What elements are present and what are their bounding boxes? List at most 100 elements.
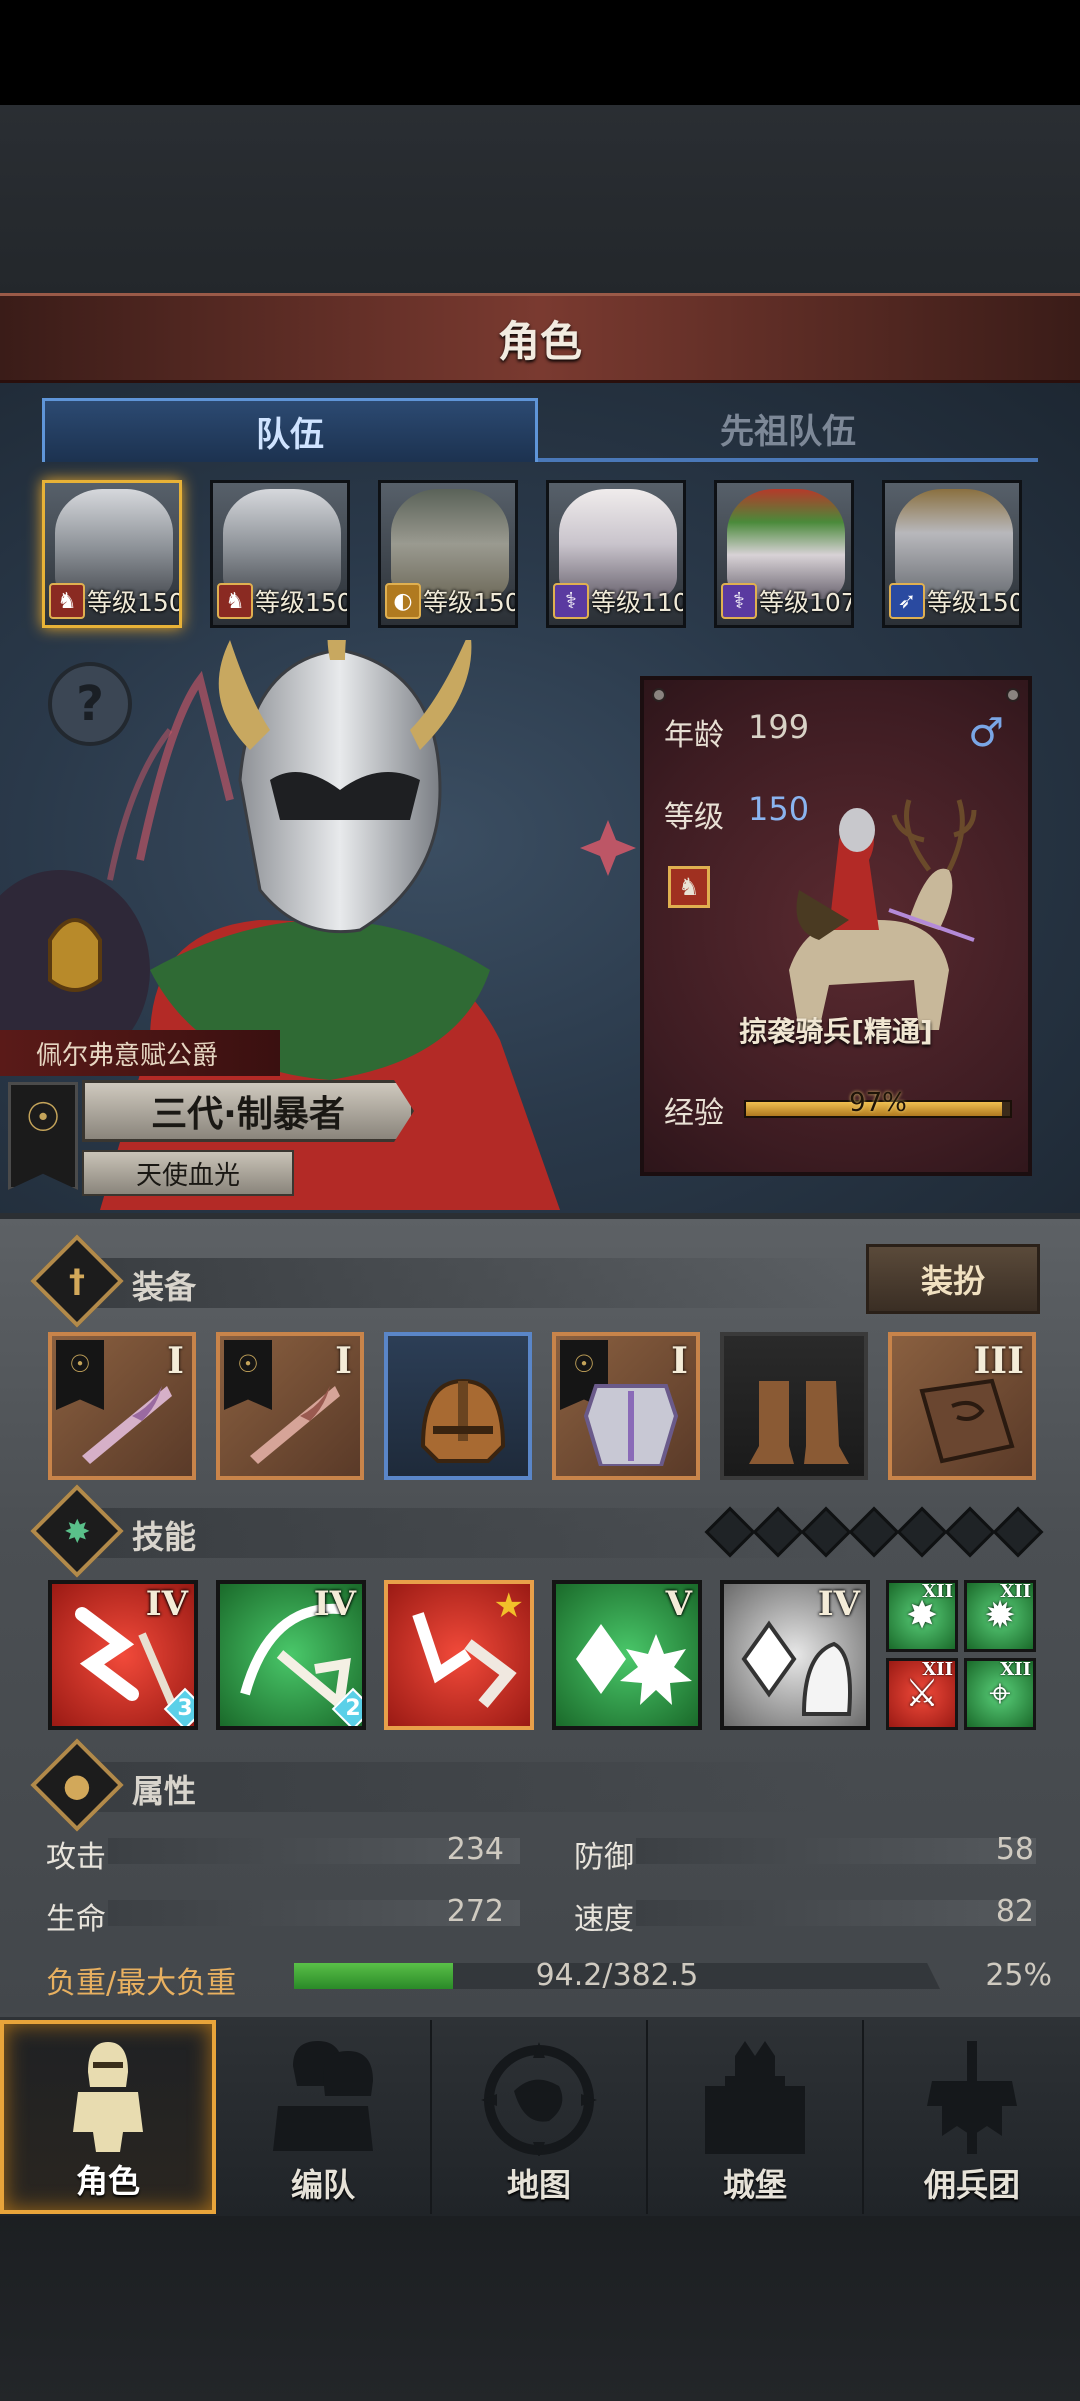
armor-icon bbox=[583, 1384, 679, 1466]
age-value: 199 bbox=[748, 708, 810, 746]
nav-mercenary-label: 佣兵团 bbox=[923, 2166, 1020, 2204]
tab-ancestor-label: 先祖队伍 bbox=[720, 411, 856, 452]
nav-castle[interactable]: 城堡 bbox=[648, 2020, 864, 2214]
cavalry-icon: ♞ bbox=[217, 583, 253, 619]
passive-skill-4[interactable]: ⌖ XII bbox=[964, 1658, 1036, 1730]
roster-slot-5[interactable]: ⚕ 等级107 bbox=[714, 480, 854, 628]
castle-icon bbox=[705, 2041, 805, 2154]
tab-ancestor-team[interactable]: 先祖队伍 bbox=[538, 398, 1038, 462]
roster-level: 等级150 bbox=[927, 588, 1022, 617]
star-icon: ★ bbox=[493, 1586, 524, 1626]
roster-level: 等级110 bbox=[591, 588, 686, 617]
status-bar bbox=[0, 0, 1080, 105]
weapon-slot-1[interactable]: ☉ I bbox=[48, 1332, 196, 1480]
helmet-slot[interactable] bbox=[384, 1332, 532, 1480]
page-title: 角色 bbox=[497, 316, 582, 366]
sword-icon bbox=[82, 1386, 172, 1464]
nav-map-label: 地图 bbox=[506, 2166, 571, 2204]
book-slot[interactable]: III bbox=[888, 1332, 1036, 1480]
title-bar: 角色 bbox=[0, 293, 1080, 383]
skill-slot-1[interactable]: IV 3 bbox=[48, 1580, 198, 1730]
weapon-slot-2[interactable]: ☉ I bbox=[216, 1332, 364, 1480]
tab-team[interactable]: 队伍 bbox=[42, 398, 538, 462]
hero-subtitle-plate: 天使血光 bbox=[82, 1150, 294, 1196]
hp-label: 生命 bbox=[46, 1902, 106, 1937]
nav-formation-label: 编队 bbox=[290, 2166, 355, 2204]
staff-icon: ⚕ bbox=[721, 583, 757, 619]
passive-skill-2[interactable]: ✹ XII bbox=[964, 1580, 1036, 1652]
skill-point-empty bbox=[752, 1506, 804, 1558]
skill-tier: IV bbox=[817, 1584, 860, 1624]
skill-slot-4[interactable]: V bbox=[552, 1580, 702, 1730]
equip-tier: III bbox=[973, 1340, 1024, 1382]
defense-label: 防御 bbox=[574, 1840, 634, 1875]
helmet-icon bbox=[420, 1378, 506, 1463]
nav-formation[interactable]: 编队 bbox=[216, 2020, 432, 2214]
hero-title-ribbon: 佩尔弗意赋公爵 bbox=[0, 1030, 280, 1076]
nav-mercenary[interactable]: 佣兵团 bbox=[864, 2020, 1080, 2214]
skills-title: 技能 bbox=[132, 1518, 197, 1556]
staff-icon: ⚕ bbox=[553, 583, 589, 619]
pin bbox=[652, 688, 666, 702]
roster-slot-4[interactable]: ⚕ 等级110 bbox=[546, 480, 686, 628]
cavalry-icon: ♞ bbox=[49, 583, 85, 619]
nav-character[interactable]: 角色 bbox=[0, 2020, 216, 2214]
armor-slot[interactable]: ☉ I bbox=[552, 1332, 700, 1480]
boots-slot[interactable] bbox=[720, 1332, 868, 1480]
skill-tier: IV bbox=[145, 1584, 188, 1624]
skill-point-empty bbox=[944, 1506, 996, 1558]
roster-slot-6[interactable]: ➶ 等级150 bbox=[882, 480, 1022, 628]
skill-tier: V bbox=[665, 1584, 692, 1624]
dress-up-label: 装扮 bbox=[920, 1262, 985, 1300]
bottom-backdrop bbox=[0, 2216, 1080, 2401]
roster-slot-2[interactable]: ♞ 等级150 bbox=[210, 480, 350, 628]
skill-charges-value: 2 bbox=[345, 1696, 361, 1721]
skill-slot-3[interactable]: ★ bbox=[384, 1580, 534, 1730]
age-label: 年龄 bbox=[664, 718, 724, 753]
roster-level: 等级150 bbox=[255, 588, 350, 617]
passive-tier: XII bbox=[922, 1659, 953, 1680]
skill-point-empty bbox=[848, 1506, 900, 1558]
passive-tier: XII bbox=[1000, 1659, 1031, 1680]
passive-skill-3[interactable]: ⚔ XII bbox=[886, 1658, 958, 1730]
roster-slot-3[interactable]: ◐ 等级150 bbox=[378, 480, 518, 628]
roster-slot-1[interactable]: ♞ 等级150 bbox=[42, 480, 182, 628]
skill-charges-value: 3 bbox=[177, 1696, 193, 1721]
hero-info-card: 年龄 199 ♂ 等级 150 ♞ 掠袭骑兵[精通] 经验 97% bbox=[640, 676, 1032, 1176]
roster-level: 等级150 bbox=[87, 588, 182, 617]
crossbow-icon: ➶ bbox=[889, 583, 925, 619]
hero-name-plate[interactable]: 三代·制暴者 bbox=[82, 1080, 414, 1142]
nav-map[interactable]: 地图 bbox=[432, 2020, 648, 2214]
exp-percent: 97% bbox=[849, 1088, 907, 1118]
skill-slot-2[interactable]: IV 2 bbox=[216, 1580, 366, 1730]
roster-level: 等级150 bbox=[423, 588, 518, 617]
equipment-title: 装备 bbox=[132, 1268, 197, 1306]
passive-skill-1[interactable]: ✸ XII bbox=[886, 1580, 958, 1652]
hero-name: 三代·制暴者 bbox=[151, 1094, 345, 1135]
skill-tier: IV bbox=[313, 1584, 356, 1624]
load-value: 94.2/382.5 bbox=[535, 1958, 699, 1993]
nav-character-label: 角色 bbox=[75, 2162, 140, 2200]
exp-label: 经验 bbox=[664, 1096, 724, 1131]
top-backdrop bbox=[0, 105, 1080, 295]
equip-tier: I bbox=[671, 1340, 688, 1382]
formation-icon bbox=[273, 2041, 373, 2151]
load-label: 负重/最大负重 bbox=[46, 1966, 237, 2001]
unit-name: 掠袭骑兵[精通] bbox=[739, 1015, 933, 1048]
level-label: 等级 bbox=[664, 800, 724, 835]
boots-icon bbox=[749, 1381, 849, 1464]
skill-points bbox=[704, 1506, 1044, 1558]
equip-tier: I bbox=[335, 1340, 352, 1382]
skill-point-empty bbox=[800, 1506, 852, 1558]
mount-artwork bbox=[789, 799, 977, 1030]
pin bbox=[1006, 688, 1020, 702]
equipment-header-bar bbox=[92, 1258, 852, 1308]
cavalry-icon: ♞ bbox=[668, 866, 710, 908]
load-percent: 25% bbox=[985, 1958, 1052, 1993]
dress-up-button[interactable]: 装扮 bbox=[866, 1244, 1040, 1314]
shield-icon: ◐ bbox=[385, 583, 421, 619]
speed-value: 82 bbox=[995, 1894, 1034, 1929]
skill-point-empty bbox=[896, 1506, 948, 1558]
skill-slot-5[interactable]: IV bbox=[720, 1580, 870, 1730]
attack-label: 攻击 bbox=[46, 1840, 106, 1875]
